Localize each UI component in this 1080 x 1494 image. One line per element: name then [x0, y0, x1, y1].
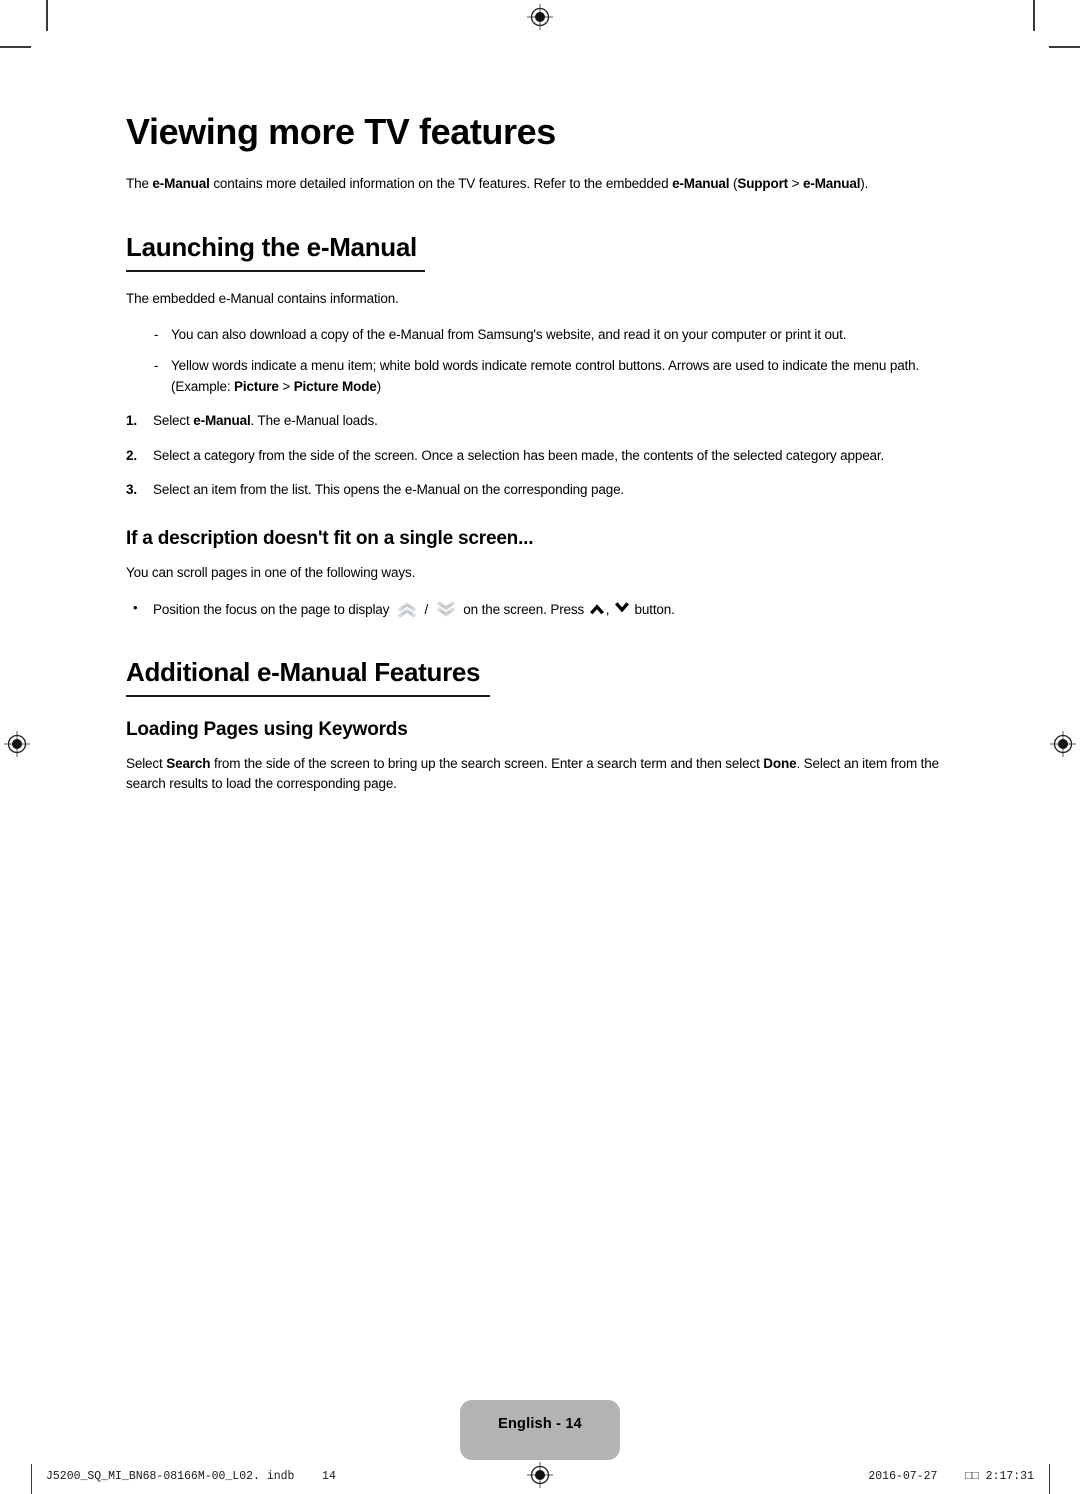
print-production-footer: J5200_SQ_MI_BN68-08166M-00_L02. indb 14 … — [0, 1464, 1080, 1494]
dash-item-bold-picture: Picture — [234, 378, 279, 394]
print-timestamp: 2016-07-27 □□ 2:17:31 — [868, 1470, 1034, 1483]
bullet-marker: • — [133, 600, 138, 616]
section-heading-launching: Launching the e-Manual — [126, 231, 417, 262]
intro-bold-emanual-1: e-Manual — [152, 176, 210, 192]
step-text-pre: Select an item from the list. This opens… — [153, 482, 625, 498]
crop-mark-bottom-left-vertical — [31, 1464, 33, 1494]
loading-pages-body: Select Search from the side of the scree… — [126, 754, 946, 795]
scroll-methods-list: • Position the focus on the page to displ… — [126, 599, 946, 621]
step-number: 1. — [126, 413, 137, 429]
dash-marker: - — [154, 358, 159, 374]
intro-bold-emanual-2: e-Manual — [672, 176, 730, 192]
intro-text-pre: The — [126, 176, 153, 192]
chevron-up-icon — [589, 604, 604, 615]
intro-separator: > — [788, 176, 803, 192]
subsection-heading-loading-pages: Loading Pages using Keywords — [126, 718, 408, 740]
loading-body-pre: Select — [126, 755, 167, 771]
dash-item-text-mid: > — [278, 378, 294, 394]
step-number: 2. — [126, 447, 137, 463]
crop-mark-bottom-right-vertical — [1049, 1464, 1051, 1494]
page-number-label: English - 14 — [498, 1416, 582, 1432]
list-item: 2. Select a category from the side of the… — [126, 446, 946, 467]
bullet-text-mid: on the screen. Press — [459, 602, 588, 618]
section-heading-rule-additional — [126, 695, 490, 697]
intro-bold-support: Support — [737, 176, 789, 192]
intro-text-mid: contains more detailed information on th… — [209, 176, 673, 192]
list-item: 3. Select an item from the list. This ope… — [126, 480, 946, 501]
list-item: • Position the focus on the page to displ… — [126, 599, 946, 621]
manual-page: Viewing more TV features The e-Manual co… — [0, 0, 1080, 1494]
print-filename: J5200_SQ_MI_BN68-08166M-00_L02. indb 14 — [46, 1470, 336, 1483]
bullet-slash: / — [420, 602, 432, 618]
section-heading-rule-launching — [126, 270, 425, 272]
list-item: 1. Select e-Manual. The e-Manual loads. — [126, 411, 946, 432]
dash-item-text-post: ) — [376, 378, 382, 394]
bullet-comma: , — [605, 602, 613, 618]
loading-body-mid: from the side of the screen to bring up … — [210, 755, 764, 771]
step-bold-emanual: e-Manual — [193, 413, 251, 429]
step-text-pre: Select a category from the side of the s… — [153, 447, 885, 463]
section-heading-additional: Additional e-Manual Features — [126, 656, 481, 687]
single-screen-lead-text: You can scroll pages in one of the follo… — [126, 565, 416, 580]
subsection-heading-single-screen: If a description doesn't fit on a single… — [126, 528, 534, 549]
launching-steps-list: 1. Select e-Manual. The e-Manual loads. 2… — [126, 411, 946, 501]
bullet-text-post: button. — [630, 602, 675, 618]
chevron-down-icon — [614, 602, 629, 613]
chevron-double-down-icon — [436, 601, 455, 618]
page-content: Viewing more TV features The e-Manual co… — [126, 111, 946, 810]
list-item: - Yellow words indicate a menu item; whit… — [126, 356, 946, 397]
step-text-post: . The e-Manual loads. — [250, 413, 378, 429]
section-launching-emanual: Launching the e-Manual The embedded e-Ma… — [126, 232, 946, 621]
dash-item-bold-picture-mode: Picture Mode — [293, 378, 377, 394]
launching-dash-list: - You can also download a copy of the e-… — [126, 325, 946, 398]
loading-bold-done: Done — [763, 755, 797, 771]
chevron-double-up-icon — [397, 602, 417, 619]
dash-marker: - — [154, 326, 159, 342]
dash-item-text: You can also download a copy of the e-Ma… — [171, 326, 847, 342]
step-number: 3. — [126, 482, 137, 498]
intro-paren-close: ). — [860, 176, 869, 192]
step-text-pre: Select — [153, 413, 194, 429]
loading-bold-search: Search — [166, 755, 211, 771]
intro-paragraph: The e-Manual contains more detailed info… — [126, 174, 946, 194]
page-number-badge: English - 14 — [460, 1400, 620, 1460]
bullet-text-pre: Position the focus on the page to displa… — [153, 602, 393, 618]
launching-lead-text: The embedded e-Manual contains informati… — [126, 290, 399, 306]
section-additional-features: Additional e-Manual Features Loading Pag… — [126, 657, 946, 794]
page-title: Viewing more TV features — [126, 111, 556, 152]
intro-bold-emanual-3: e-Manual — [802, 176, 861, 192]
list-item: - You can also download a copy of the e-… — [126, 325, 946, 346]
